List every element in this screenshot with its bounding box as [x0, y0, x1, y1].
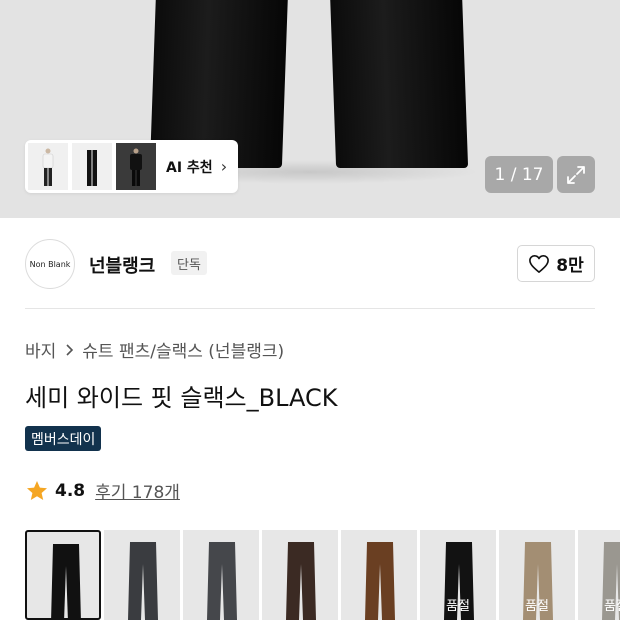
color-option[interactable] [183, 530, 259, 620]
product-image-gallery[interactable]: AI 추천 › 1 / 17 [0, 0, 620, 218]
pants-right-leg-image [329, 0, 469, 168]
ai-thumb-outfit-3 [116, 143, 156, 190]
color-option[interactable]: 품절 [578, 530, 620, 620]
members-day-badge: 멤버스데이 [25, 426, 102, 451]
brand-name[interactable]: 넌블랭크 [89, 252, 155, 278]
like-count: 8만 [556, 256, 584, 276]
sold-out-label: 품절 [525, 599, 549, 614]
rating-score: 4.8 [55, 480, 86, 501]
pants-icon [207, 542, 237, 620]
pants-icon [286, 542, 316, 620]
rating-row: 4.8 후기 178개 [25, 478, 180, 503]
ai-recommend-label: AI 추천 › [166, 157, 227, 177]
sold-out-label: 품절 [446, 599, 470, 614]
breadcrumb: 바지 슈트 팬츠/슬랙스 (넌블랭크) [25, 337, 284, 362]
breadcrumb-category[interactable]: 바지 [25, 337, 56, 362]
expand-icon [567, 165, 585, 184]
color-options: 품절 품절 품절 [25, 530, 620, 620]
star-icon [27, 480, 47, 500]
model-figure-icon [130, 148, 142, 186]
pants-icon [365, 542, 395, 620]
color-option[interactable] [262, 530, 338, 620]
chevron-right-icon: › [220, 157, 228, 176]
exclusive-tag: 단독 [171, 251, 207, 275]
ai-recommend-button[interactable]: AI 추천 › [25, 140, 238, 193]
pants-icon [51, 544, 81, 618]
brand-logo[interactable]: Non Blank [25, 239, 75, 289]
heart-icon [529, 254, 550, 273]
pants-icon [87, 150, 97, 186]
sold-out-label: 품절 [604, 599, 620, 614]
ai-thumb-outfit-1 [28, 143, 68, 190]
color-option[interactable] [25, 530, 101, 620]
expand-button[interactable] [557, 156, 595, 193]
pants-icon [128, 542, 158, 620]
color-option[interactable] [104, 530, 180, 620]
color-option[interactable] [341, 530, 417, 620]
ai-recommend-text: AI 추천 [166, 159, 213, 176]
color-option[interactable]: 품절 [499, 530, 575, 620]
breadcrumb-subcategory[interactable]: 슈트 팬츠/슬랙스 (넌블랭크) [82, 337, 284, 362]
like-button[interactable]: 8만 [517, 245, 595, 282]
brand-logo-text: Non Blank [29, 259, 71, 269]
product-title: 세미 와이드 핏 슬랙스_BLACK [25, 384, 338, 412]
model-figure-icon [42, 148, 54, 186]
chevron-right-icon [66, 343, 74, 356]
image-counter: 1 / 17 [485, 156, 553, 193]
section-divider [25, 308, 595, 309]
color-option[interactable]: 품절 [420, 530, 496, 620]
ai-thumb-outfit-2 [72, 143, 112, 190]
review-count-link[interactable]: 후기 178개 [95, 478, 180, 503]
